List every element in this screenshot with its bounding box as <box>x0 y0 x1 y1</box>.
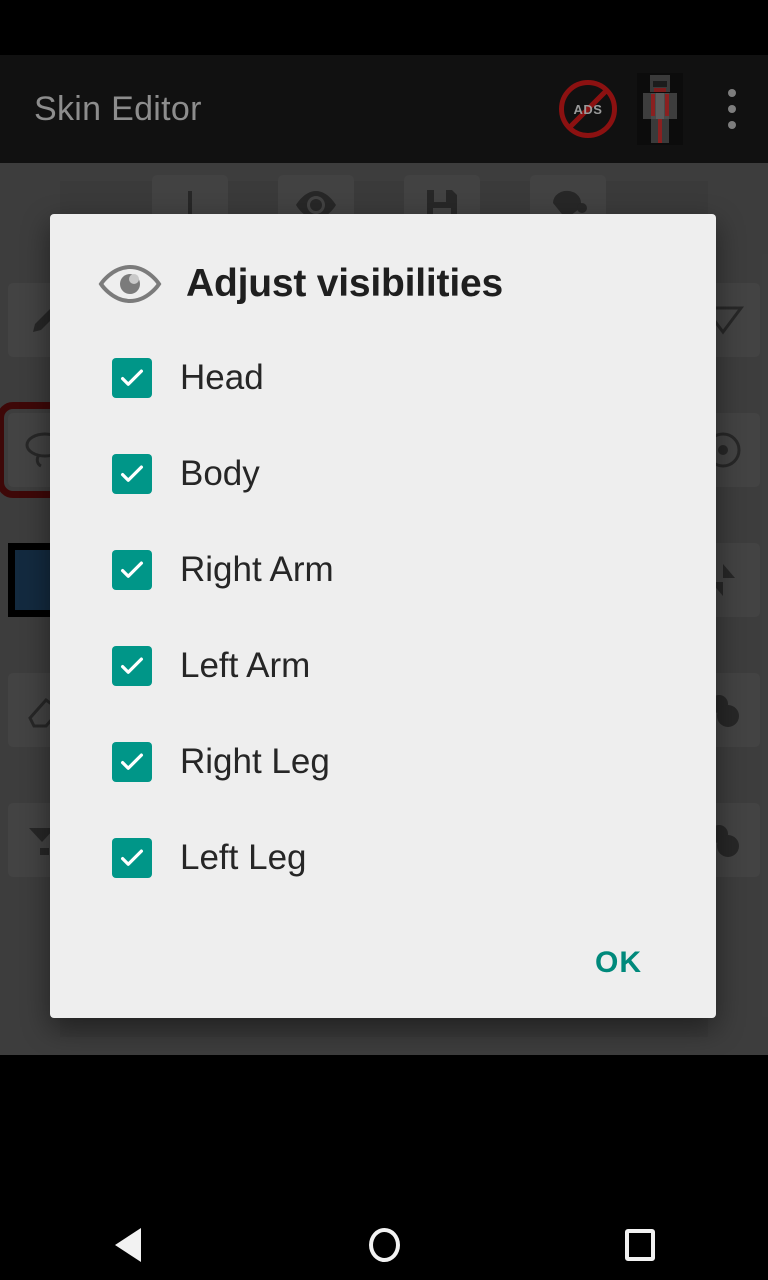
app-bar-actions: ADS <box>552 55 768 163</box>
system-nav-bar <box>0 1210 768 1280</box>
checkbox-label: Right Leg <box>180 742 330 781</box>
skin-preview-button[interactable] <box>624 55 696 163</box>
check-icon <box>121 657 143 674</box>
page-title: Skin Editor <box>34 89 202 128</box>
check-icon <box>121 369 143 386</box>
list-item[interactable]: Head <box>50 330 716 426</box>
checkbox-label: Head <box>180 358 264 397</box>
ok-button[interactable]: OK <box>577 932 660 994</box>
eye-icon <box>98 264 162 304</box>
dialog-header: Adjust visibilities <box>50 214 716 306</box>
checkbox-left-leg[interactable] <box>112 838 152 878</box>
list-item[interactable]: Right Leg <box>50 714 716 810</box>
no-ads-label: ADS <box>573 101 603 117</box>
nav-recents-button[interactable] <box>512 1229 768 1261</box>
overflow-menu-icon <box>728 89 736 129</box>
list-item[interactable]: Left Leg <box>50 810 716 906</box>
screen: Skin Editor ADS Adjust visibilities Head… <box>0 0 768 1280</box>
checkbox-head[interactable] <box>112 358 152 398</box>
nav-back-button[interactable] <box>0 1228 256 1262</box>
visibility-list: Head Body Right Arm Left Arm Right Leg L… <box>50 330 716 906</box>
checkbox-body[interactable] <box>112 454 152 494</box>
dialog-actions: OK <box>50 908 716 1018</box>
adjust-visibilities-dialog: Adjust visibilities Head Body Right Arm … <box>50 214 716 1018</box>
bottom-black-area <box>0 1055 768 1210</box>
no-ads-icon: ADS <box>559 80 617 138</box>
checkbox-right-arm[interactable] <box>112 550 152 590</box>
status-bar <box>0 0 768 55</box>
checkbox-label: Left Arm <box>180 646 311 685</box>
checkbox-label: Right Arm <box>180 550 334 589</box>
check-icon <box>121 561 143 578</box>
dialog-title: Adjust visibilities <box>186 262 503 305</box>
checkbox-label: Body <box>180 454 260 493</box>
checkbox-left-arm[interactable] <box>112 646 152 686</box>
nav-home-button[interactable] <box>256 1228 512 1262</box>
recents-icon <box>625 1229 655 1261</box>
home-icon <box>368 1228 400 1262</box>
overflow-menu-button[interactable] <box>696 55 768 163</box>
check-icon <box>121 849 143 866</box>
list-item[interactable]: Right Arm <box>50 522 716 618</box>
no-ads-button[interactable]: ADS <box>552 55 624 163</box>
app-bar: Skin Editor ADS <box>0 55 768 163</box>
list-item[interactable]: Body <box>50 426 716 522</box>
check-icon <box>121 465 143 482</box>
check-icon <box>121 753 143 770</box>
checkbox-label: Left Leg <box>180 838 307 877</box>
list-item[interactable]: Left Arm <box>50 618 716 714</box>
skin-preview-icon <box>637 73 683 145</box>
checkbox-right-leg[interactable] <box>112 742 152 782</box>
back-icon <box>115 1228 141 1262</box>
